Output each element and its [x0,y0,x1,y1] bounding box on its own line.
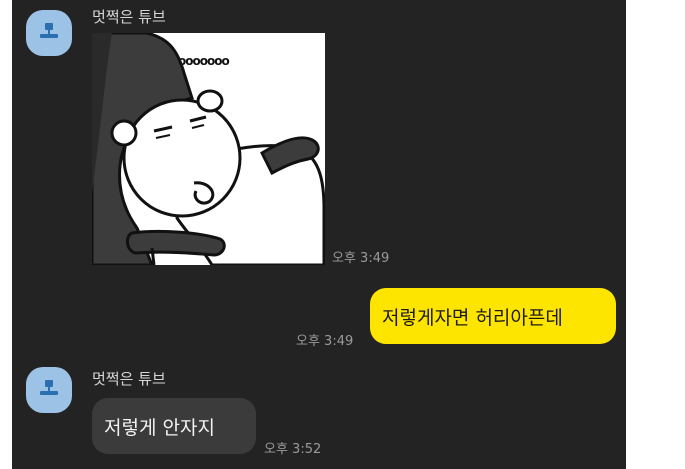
sender-avatar[interactable] [26,10,72,56]
sticker-image[interactable]: ooooooo [92,33,325,265]
sender-name: 멋쩍은 튜브 [92,370,166,388]
incoming-message-bubble[interactable]: 저렇게 안자지 [92,398,256,454]
message-time: 오후 3:49 [332,251,390,266]
message-text: 저렇게자면 허리아픈데 [382,306,563,329]
sender-avatar[interactable] [26,367,72,413]
sticker-caption: ooooooo [178,54,229,68]
profile-person-icon [40,380,58,395]
profile-person-icon [40,23,58,38]
chat-room: 멋쩍은 튜브 ooooooo 오후 3:49 오후 3:49 저렇게자면 허리아… [12,0,626,469]
sender-name: 멋쩍은 튜브 [92,8,166,26]
message-time: 오후 3:52 [264,442,322,457]
outgoing-message-bubble[interactable]: 저렇게자면 허리아픈데 [370,288,616,344]
message-text: 저렇게 안자지 [104,416,215,439]
message-time: 오후 3:49 [296,334,354,349]
